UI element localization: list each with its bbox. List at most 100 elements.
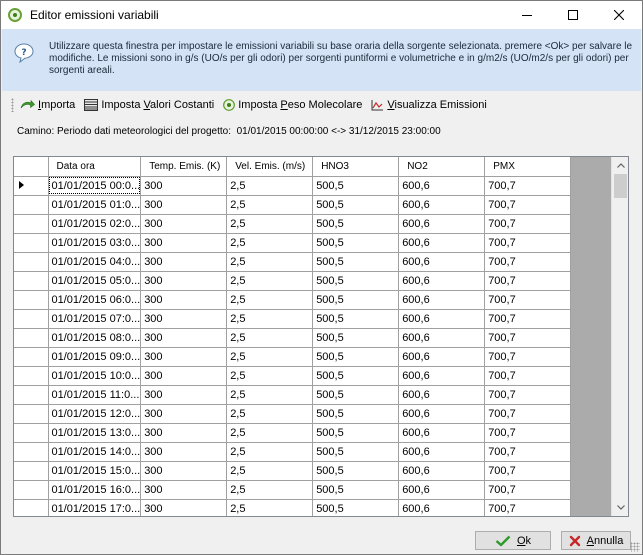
table-cell[interactable]: 300 xyxy=(140,499,228,516)
table-cell[interactable]: 300 xyxy=(140,214,228,234)
column-header-data-ora[interactable]: Data ora xyxy=(48,157,142,177)
table-cell[interactable]: 01/01/2015 01:0... xyxy=(48,195,142,215)
table-cell[interactable]: 300 xyxy=(140,461,228,481)
table-row[interactable]: 01/01/2015 16:0... 300 2,5 500,5 600,6 700,7 xyxy=(14,480,572,500)
table-cell[interactable]: 2,5 xyxy=(226,461,314,481)
table-row[interactable]: 01/01/2015 03:0... 300 2,5 500,5 600,6 700,7 xyxy=(14,233,572,253)
table-cell[interactable]: 2,5 xyxy=(226,499,314,516)
table-row[interactable]: 01/01/2015 15:0... 300 2,5 500,5 600,6 700,7 xyxy=(14,461,572,481)
table-cell[interactable]: 01/01/2015 16:0... xyxy=(48,480,142,500)
table-cell[interactable]: 300 xyxy=(140,328,228,348)
row-header[interactable] xyxy=(14,461,49,481)
table-cell[interactable]: 500,5 xyxy=(312,176,400,196)
row-header[interactable] xyxy=(14,347,49,367)
table-cell[interactable]: 2,5 xyxy=(226,385,314,405)
set-constant-values-button[interactable]: Imposta Valori Costanti xyxy=(84,99,214,111)
table-cell[interactable]: 500,5 xyxy=(312,385,400,405)
title-bar[interactable]: Editor emissioni variabili xyxy=(1,1,642,29)
row-header[interactable] xyxy=(14,366,49,386)
table-cell[interactable]: 500,5 xyxy=(312,442,400,462)
scroll-down-button[interactable] xyxy=(612,499,628,516)
row-header[interactable] xyxy=(14,404,49,424)
table-cell[interactable]: 700,7 xyxy=(484,499,572,516)
table-cell[interactable]: 2,5 xyxy=(226,271,314,291)
close-button[interactable] xyxy=(596,1,642,29)
table-row[interactable]: 01/01/2015 13:0... 300 2,5 500,5 600,6 700,7 xyxy=(14,423,572,443)
table-cell[interactable]: 700,7 xyxy=(484,271,572,291)
table-row[interactable]: 01/01/2015 17:0... 300 2,5 500,5 600,6 700,7 xyxy=(14,499,572,516)
table-cell[interactable]: 500,5 xyxy=(312,499,400,516)
table-cell[interactable]: 600,6 xyxy=(398,480,486,500)
row-header[interactable] xyxy=(14,252,49,272)
table-cell[interactable]: 300 xyxy=(140,442,228,462)
table-cell[interactable]: 700,7 xyxy=(484,290,572,310)
table-row[interactable]: 01/01/2015 12:0... 300 2,5 500,5 600,6 700,7 xyxy=(14,404,572,424)
table-cell[interactable]: 500,5 xyxy=(312,252,400,272)
table-cell[interactable]: 2,5 xyxy=(226,252,314,272)
row-header[interactable] xyxy=(14,442,49,462)
import-button[interactable]: Importa xyxy=(20,99,75,111)
table-cell[interactable]: 2,5 xyxy=(226,366,314,386)
row-header[interactable] xyxy=(14,176,49,196)
table-cell[interactable]: 600,6 xyxy=(398,271,486,291)
table-cell[interactable]: 500,5 xyxy=(312,309,400,329)
table-cell[interactable]: 500,5 xyxy=(312,214,400,234)
table-cell[interactable]: 500,5 xyxy=(312,290,400,310)
table-cell[interactable]: 01/01/2015 07:0... xyxy=(48,309,142,329)
table-cell[interactable]: 01/01/2015 09:0... xyxy=(48,347,142,367)
table-row[interactable]: 01/01/2015 08:0... 300 2,5 500,5 600,6 700,7 xyxy=(14,328,572,348)
table-cell[interactable]: 600,6 xyxy=(398,499,486,516)
table-cell[interactable]: 01/01/2015 00:0... xyxy=(48,176,142,196)
column-header-hno3[interactable]: HNO3 xyxy=(312,157,400,177)
table-cell[interactable]: 300 xyxy=(140,195,228,215)
table-cell[interactable]: 01/01/2015 12:0... xyxy=(48,404,142,424)
table-cell[interactable]: 700,7 xyxy=(484,461,572,481)
table-cell[interactable]: 2,5 xyxy=(226,328,314,348)
table-cell[interactable]: 2,5 xyxy=(226,347,314,367)
row-header[interactable] xyxy=(14,271,49,291)
table-cell[interactable]: 01/01/2015 11:0... xyxy=(48,385,142,405)
table-cell[interactable]: 700,7 xyxy=(484,195,572,215)
table-cell[interactable]: 600,6 xyxy=(398,233,486,253)
column-header-vel-emis[interactable]: Vel. Emis. (m/s) xyxy=(226,157,314,177)
table-cell[interactable]: 600,6 xyxy=(398,195,486,215)
table-row[interactable]: 01/01/2015 14:0... 300 2,5 500,5 600,6 700,7 xyxy=(14,442,572,462)
table-cell[interactable]: 2,5 xyxy=(226,423,314,443)
maximize-button[interactable] xyxy=(550,1,596,29)
table-cell[interactable]: 700,7 xyxy=(484,480,572,500)
table-cell[interactable]: 600,6 xyxy=(398,404,486,424)
table-row[interactable]: 01/01/2015 06:0... 300 2,5 500,5 600,6 700,7 xyxy=(14,290,572,310)
table-cell[interactable]: 500,5 xyxy=(312,404,400,424)
row-header[interactable] xyxy=(14,195,49,215)
table-cell[interactable]: 600,6 xyxy=(398,366,486,386)
table-cell[interactable]: 01/01/2015 03:0... xyxy=(48,233,142,253)
vertical-scrollbar[interactable] xyxy=(611,157,628,516)
table-row[interactable]: 01/01/2015 10:0... 300 2,5 500,5 600,6 700,7 xyxy=(14,366,572,386)
row-header[interactable] xyxy=(14,214,49,234)
table-cell[interactable]: 500,5 xyxy=(312,271,400,291)
row-header[interactable] xyxy=(14,423,49,443)
table-cell[interactable]: 700,7 xyxy=(484,404,572,424)
table-cell[interactable]: 600,6 xyxy=(398,461,486,481)
table-cell[interactable]: 300 xyxy=(140,252,228,272)
table-cell[interactable]: 500,5 xyxy=(312,233,400,253)
table-cell[interactable]: 700,7 xyxy=(484,309,572,329)
table-cell[interactable]: 700,7 xyxy=(484,385,572,405)
table-row[interactable]: 01/01/2015 11:0... 300 2,5 500,5 600,6 700,7 xyxy=(14,385,572,405)
table-cell[interactable]: 01/01/2015 14:0... xyxy=(48,442,142,462)
table-cell[interactable]: 700,7 xyxy=(484,347,572,367)
table-cell[interactable]: 300 xyxy=(140,233,228,253)
table-row[interactable]: 01/01/2015 04:0... 300 2,5 500,5 600,6 700,7 xyxy=(14,252,572,272)
table-row[interactable]: 01/01/2015 01:0... 300 2,5 500,5 600,6 700,7 xyxy=(14,195,572,215)
table-cell[interactable]: 01/01/2015 04:0... xyxy=(48,252,142,272)
table-cell[interactable]: 300 xyxy=(140,404,228,424)
minimize-button[interactable] xyxy=(504,1,550,29)
ok-button[interactable]: Ok xyxy=(475,531,551,550)
resize-grip[interactable] xyxy=(630,542,640,552)
emissions-grid[interactable]: Data ora Temp. Emis. (K) Vel. Emis. (m/s… xyxy=(13,156,629,517)
table-cell[interactable]: 2,5 xyxy=(226,195,314,215)
table-cell[interactable]: 2,5 xyxy=(226,233,314,253)
set-molecular-weight-button[interactable]: Imposta Peso Molecolare xyxy=(223,99,362,111)
table-cell[interactable]: 600,6 xyxy=(398,328,486,348)
table-cell[interactable]: 600,6 xyxy=(398,290,486,310)
